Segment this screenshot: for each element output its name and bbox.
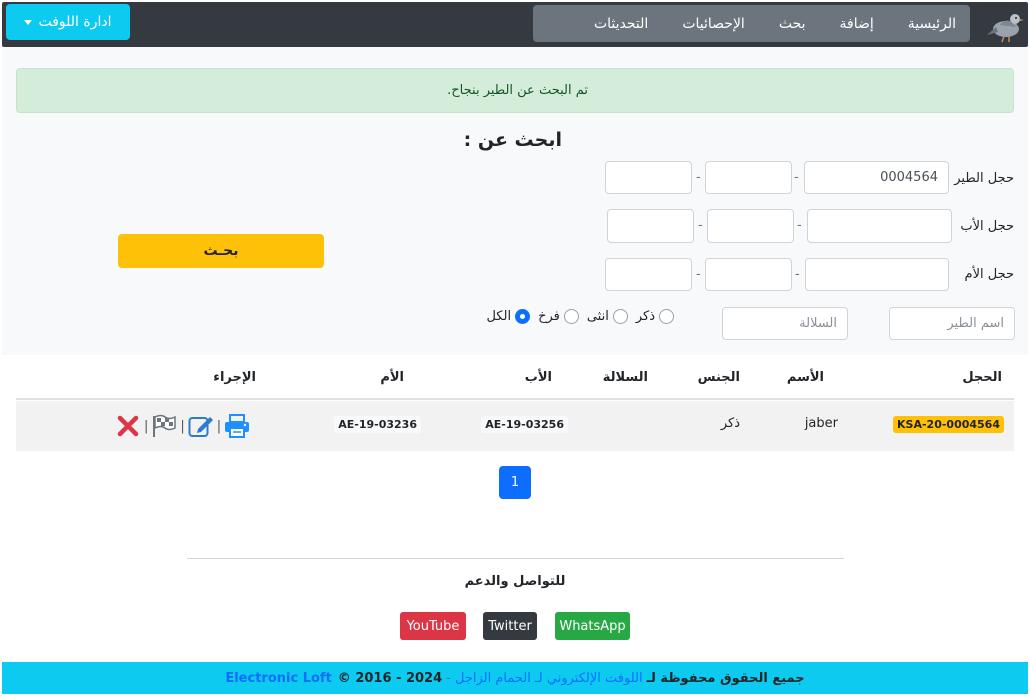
rights-prefix: جميع الحقوق محفوظة لـ bbox=[646, 670, 805, 686]
search-title: ابحث عن : bbox=[463, 129, 562, 151]
radio-icon[interactable] bbox=[563, 309, 579, 324]
twitter-button[interactable]: Twitter bbox=[483, 612, 537, 640]
footer-divider bbox=[187, 558, 844, 559]
column-header-actions: الإجراء bbox=[213, 370, 256, 385]
gender-option-label: فرخ bbox=[538, 309, 560, 324]
mother-ring-badge[interactable]: AE-19-03236 bbox=[334, 416, 421, 433]
top-navbar: الرئيسية إضافة بحث الإحصائيات التحديثات … bbox=[2, 2, 1028, 47]
nav-item-search[interactable]: بحث bbox=[779, 16, 806, 32]
search-button[interactable]: بحـث bbox=[118, 234, 324, 268]
column-header-name: الأسم bbox=[786, 370, 824, 385]
separator: - bbox=[795, 267, 800, 282]
edit-icon[interactable] bbox=[187, 412, 215, 440]
separator: - bbox=[696, 170, 701, 185]
main-nav: الرئيسية إضافة بحث الإحصائيات التحديثات bbox=[533, 5, 970, 42]
row-actions: | | | bbox=[114, 412, 251, 440]
father-ring-year-input[interactable] bbox=[707, 209, 794, 243]
column-header-breed: السلالة bbox=[602, 370, 648, 385]
gender-radio-group: ذكر انثى فرخ الكل bbox=[486, 309, 674, 324]
site-link[interactable]: Electronic Loft bbox=[225, 671, 331, 686]
nav-item-add[interactable]: إضافة bbox=[840, 16, 874, 32]
father-ring-country-input[interactable] bbox=[607, 209, 694, 243]
bird-ring-number-input[interactable] bbox=[804, 161, 949, 194]
copyright-years: 2024 - 2016 © bbox=[337, 670, 443, 686]
breed-input[interactable] bbox=[722, 307, 848, 340]
gender-option-male[interactable]: ذكر bbox=[636, 309, 674, 324]
bird-name-input[interactable] bbox=[889, 307, 1015, 340]
gender-option-chick[interactable]: فرخ bbox=[538, 309, 579, 324]
bird-name-cell: jaber bbox=[804, 416, 838, 431]
gender-option-female[interactable]: انثى bbox=[587, 309, 628, 324]
support-title: للتواصل والدعم bbox=[464, 574, 566, 589]
gender-option-all[interactable]: الكل bbox=[486, 309, 531, 324]
separator: - bbox=[698, 218, 703, 233]
rights-name: اللوفت الإلكتروني لـ الحمام الزاجل - bbox=[446, 670, 643, 686]
copyright-bar: جميع الحقوق محفوظة لـ اللوفت الإلكتروني … bbox=[2, 662, 1028, 694]
father-ring-badge[interactable]: AE-19-03256 bbox=[481, 416, 568, 433]
flag-icon[interactable] bbox=[150, 412, 178, 440]
alert-message: تم البحث عن الطير بنجاح. bbox=[447, 83, 588, 98]
separator: - bbox=[794, 170, 799, 185]
radio-checked-icon[interactable] bbox=[515, 309, 531, 324]
bird-ring-year-input[interactable] bbox=[705, 161, 792, 194]
column-header-mother: الأم bbox=[380, 370, 404, 385]
mother-ring-label: حجل الأم bbox=[964, 267, 1014, 282]
table-row: KSA-20-0004564 jaber ذكر AE-19-03256 AE-… bbox=[16, 401, 1014, 451]
radio-icon[interactable] bbox=[612, 309, 628, 324]
ring-badge: KSA-20-0004564 bbox=[893, 416, 1004, 433]
mother-ring-country-input[interactable] bbox=[605, 258, 692, 291]
loft-admin-dropdown[interactable]: ادارة اللوفت bbox=[6, 4, 130, 40]
nav-item-statistics[interactable]: الإحصائيات bbox=[682, 16, 745, 32]
separator: - bbox=[797, 218, 802, 233]
delete-icon[interactable] bbox=[114, 412, 142, 440]
column-header-ring: الحجل bbox=[962, 370, 1002, 385]
print-icon[interactable] bbox=[223, 412, 251, 440]
radio-icon[interactable] bbox=[659, 309, 674, 324]
youtube-button[interactable]: YouTube bbox=[400, 612, 466, 640]
gender-option-label: الكل bbox=[486, 309, 512, 324]
whatsapp-button[interactable]: WhatsApp bbox=[555, 612, 630, 640]
mother-ring-year-input[interactable] bbox=[705, 258, 792, 291]
father-ring-label: حجل الأب bbox=[960, 219, 1014, 234]
bird-ring-country-input[interactable] bbox=[605, 161, 692, 194]
pigeon-icon[interactable] bbox=[986, 5, 1026, 45]
column-header-father: الأب bbox=[524, 370, 552, 385]
mother-ring-number-input[interactable] bbox=[805, 258, 949, 291]
father-ring-number-input[interactable] bbox=[807, 209, 952, 243]
caret-down-icon bbox=[24, 19, 33, 25]
action-separator: | bbox=[216, 418, 222, 434]
admin-menu-label: ادارة اللوفت bbox=[38, 14, 112, 30]
nav-item-home[interactable]: الرئيسية bbox=[908, 16, 956, 32]
success-alert: تم البحث عن الطير بنجاح. bbox=[16, 68, 1014, 113]
action-separator: | bbox=[144, 418, 149, 434]
bird-ring-label: حجل الطير bbox=[954, 171, 1014, 186]
gender-cell: ذكر bbox=[720, 416, 740, 431]
table-header: الحجل الأسم الجنس السلالة الأب الأم الإج… bbox=[16, 356, 1014, 400]
search-panel: تم البحث عن الطير بنجاح. ابحث عن : حجل ا… bbox=[2, 47, 1028, 355]
nav-item-updates[interactable]: التحديثات bbox=[594, 16, 648, 32]
separator: - bbox=[696, 267, 701, 282]
pagination-page-1[interactable]: 1 bbox=[499, 466, 531, 499]
action-separator: | bbox=[180, 418, 185, 434]
gender-option-label: انثى bbox=[586, 309, 609, 324]
gender-option-label: ذكر bbox=[635, 309, 655, 324]
column-header-gender: الجنس bbox=[697, 370, 740, 385]
